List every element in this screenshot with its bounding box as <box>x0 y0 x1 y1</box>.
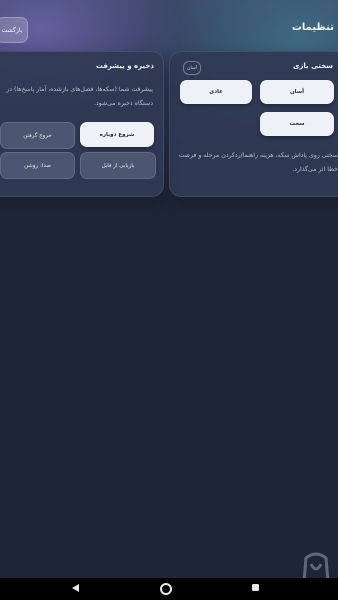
recover-from-file-button[interactable]: بازیابی از فایل <box>80 152 156 179</box>
save-progress-description: پیشرفت شما (سکه‌ها، فصل‌های بازشده، آمار… <box>6 86 153 107</box>
back-button[interactable]: بازگشت <box>0 17 28 43</box>
bazaar-watermark-logo <box>298 548 334 578</box>
quit-button[interactable]: خروج گرفتن <box>0 122 75 149</box>
difficulty-easy-button[interactable]: آسان <box>260 80 334 104</box>
save-progress-title: ذخیره و پیشرفت <box>95 62 154 70</box>
nav-recent-apps-icon[interactable] <box>252 584 259 591</box>
header: بازگشت تنظیمات <box>0 0 338 46</box>
bazaar-logo-icon <box>302 552 330 578</box>
nav-back-icon[interactable] <box>72 584 79 592</box>
save-progress-card: ذخیره و پیشرفت پیشرفت شما (سکه‌ها، فصل‌ه… <box>0 51 164 197</box>
difficulty-card: سختی بازی آسان آسان عادی سخت سختی روی پا… <box>169 51 338 197</box>
restart-button[interactable]: شروع دوباره <box>80 122 154 147</box>
page-title: تنظیمات <box>291 22 334 33</box>
sound-toggle-button[interactable]: صدا: روشن <box>0 152 75 179</box>
current-difficulty-badge: آسان <box>183 61 201 75</box>
difficulty-title: سختی بازی <box>292 62 333 70</box>
app-screen: بازگشت تنظیمات سختی بازی آسان آسان عادی … <box>0 0 338 578</box>
system-navigation-bar <box>0 578 338 600</box>
difficulty-hard-button[interactable]: سخت <box>260 112 334 136</box>
nav-home-icon[interactable] <box>160 583 172 595</box>
difficulty-normal-button[interactable]: عادی <box>180 80 252 104</box>
difficulty-description: سختی روی پاداش سکه، هزینه راهنما/ردکردن … <box>178 152 338 173</box>
